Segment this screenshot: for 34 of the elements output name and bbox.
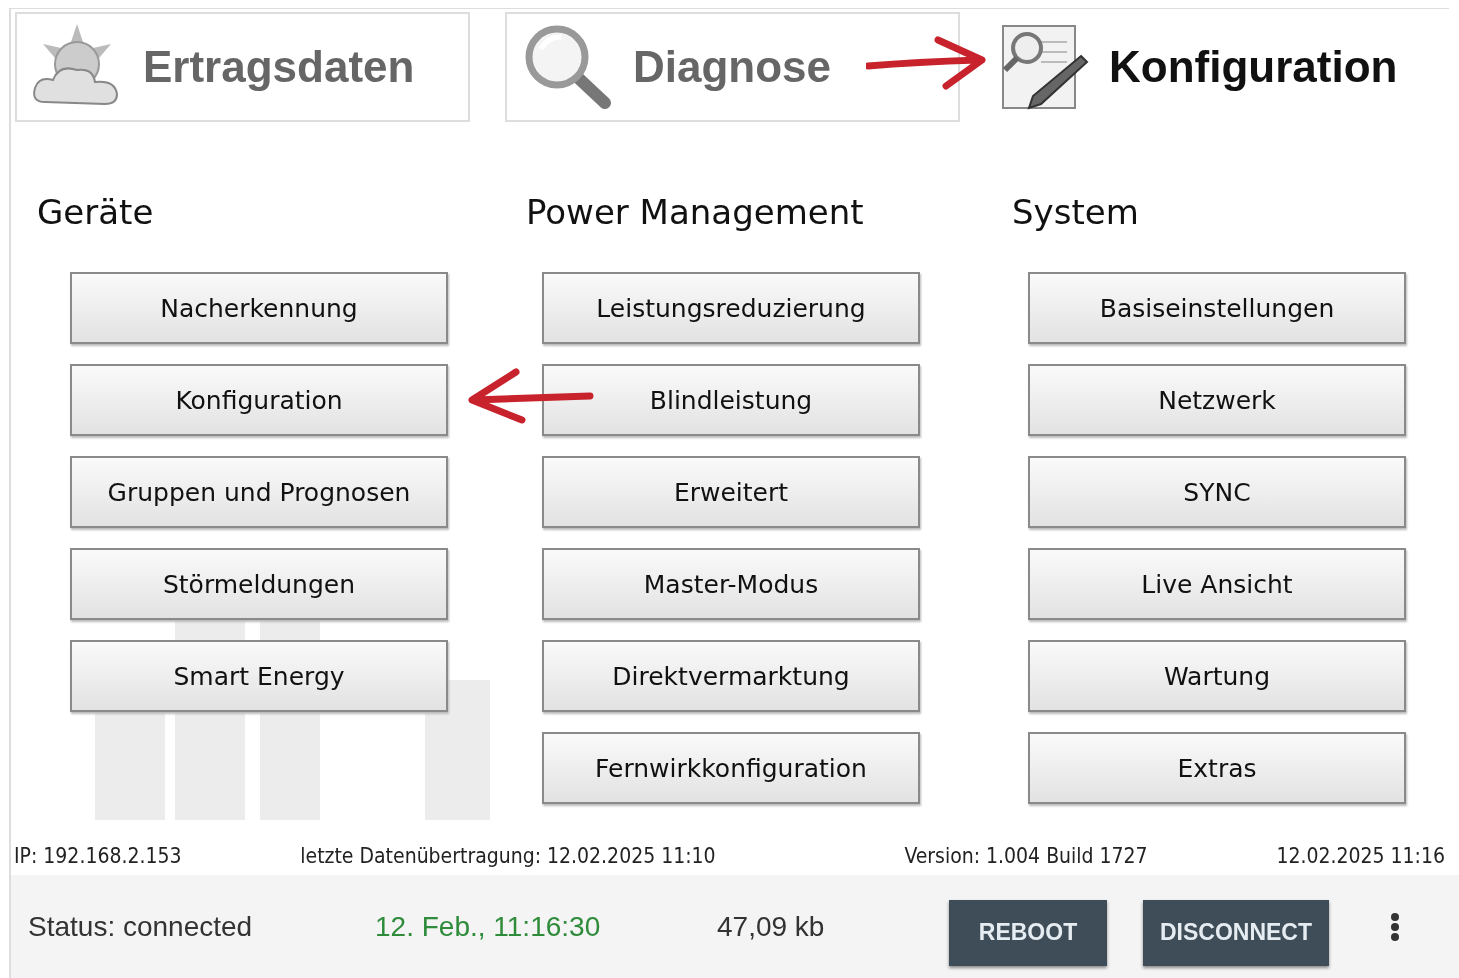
- action-button[interactable]: REBOOT: [949, 899, 1107, 966]
- menu-button[interactable]: Konfiguration: [70, 364, 448, 436]
- menu-button[interactable]: Live Ansicht: [1028, 548, 1406, 620]
- menu-button[interactable]: Basiseinstellungen: [1028, 272, 1406, 344]
- menu-button[interactable]: Master-Modus: [542, 548, 920, 620]
- section-heading: Geräte: [37, 191, 154, 234]
- menu-button[interactable]: Direktvermarktung: [542, 640, 920, 712]
- last-transfer: letzte Datenübertragung: 12.02.2025 11:10: [300, 844, 716, 868]
- more-menu-icon[interactable]: [1390, 911, 1400, 942]
- menu-button[interactable]: SYNC: [1028, 456, 1406, 528]
- section-heading: System: [1012, 191, 1139, 234]
- arrow-icon: [466, 366, 594, 426]
- menu-button[interactable]: Wartung: [1028, 640, 1406, 712]
- action-button[interactable]: DISCONNECT: [1143, 899, 1329, 966]
- menu-button[interactable]: Smart Energy: [70, 640, 448, 712]
- timestamp: 12. Feb., 11:16:30: [375, 910, 602, 943]
- menu-button[interactable]: Nacherkennung: [70, 272, 448, 344]
- connection-status: Status: connected: [28, 910, 254, 943]
- menu-button[interactable]: Extras: [1028, 732, 1406, 804]
- date-time: 12.02.2025 11:16: [1276, 844, 1445, 868]
- arrow-icon: [866, 36, 988, 92]
- version: Version: 1.004 Build 1727: [904, 844, 1148, 868]
- data-size: 47,09 kb: [717, 910, 826, 943]
- tab[interactable]: Diagnose: [505, 12, 960, 122]
- menu-button[interactable]: Leistungsreduzierung: [542, 272, 920, 344]
- ip-address: IP: 192.168.2.153: [14, 844, 182, 868]
- menu-button[interactable]: Fernwirkkonfiguration: [542, 732, 920, 804]
- tab[interactable]: Ertragsdaten: [15, 12, 470, 122]
- menu-button[interactable]: Gruppen und Prognosen: [70, 456, 448, 528]
- menu-button[interactable]: Netzwerk: [1028, 364, 1406, 436]
- menu-button[interactable]: Erweitert: [542, 456, 920, 528]
- menu-button[interactable]: Blindleistung: [542, 364, 920, 436]
- section-heading: Power Management: [526, 191, 864, 234]
- menu-button[interactable]: Störmeldungen: [70, 548, 448, 620]
